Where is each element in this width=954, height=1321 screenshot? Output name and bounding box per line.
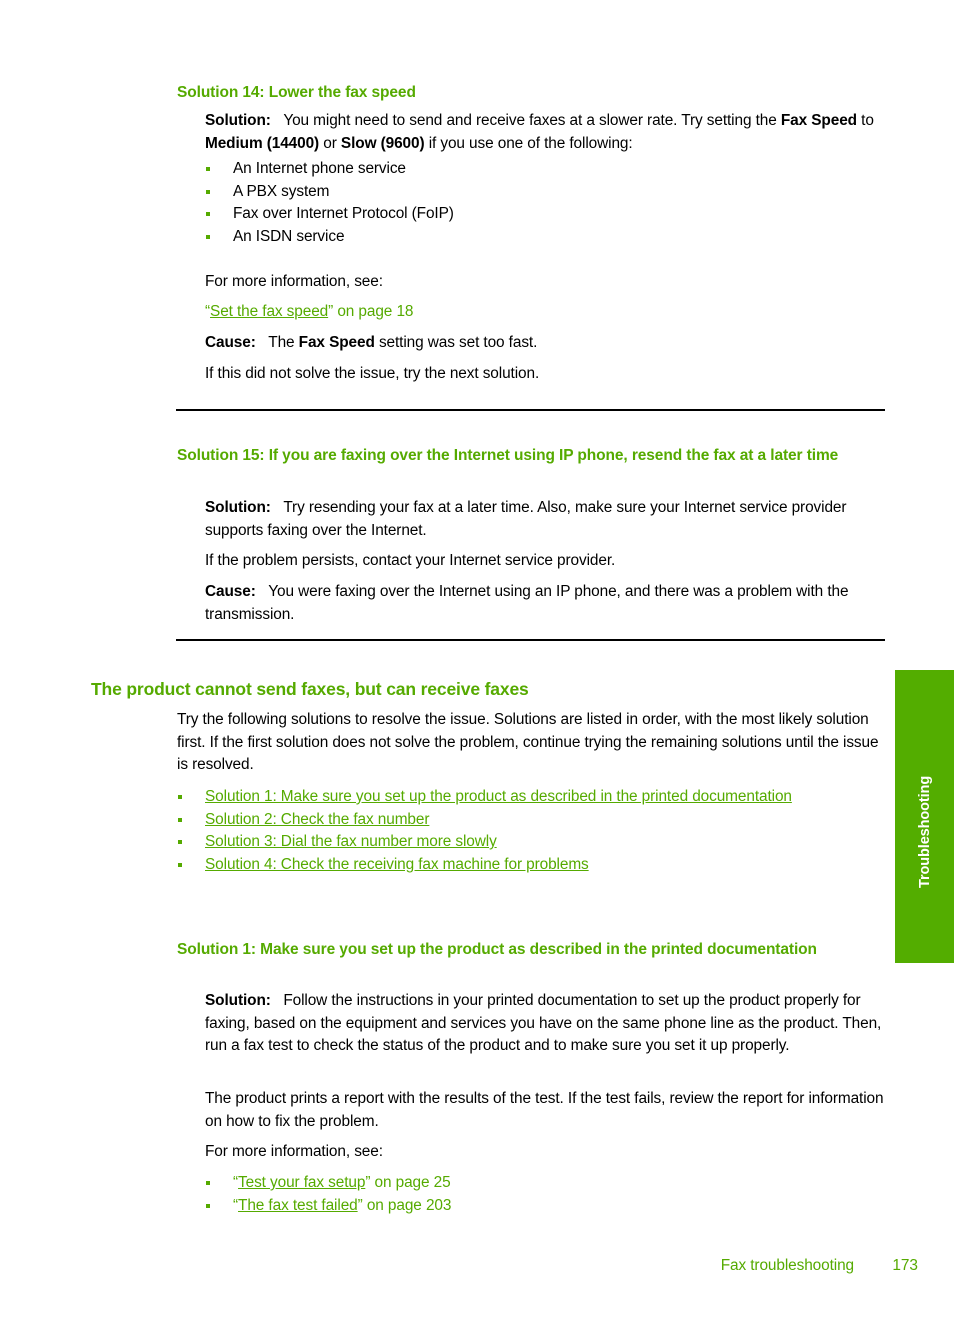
list-item: Solution 1: Make sure you set up the pro… bbox=[177, 786, 885, 809]
list-item: “Test your fax setup” on page 25 bbox=[205, 1172, 885, 1195]
cause-text-part-2: setting was set too fast. bbox=[374, 334, 538, 351]
cross-reference-title: Set the fax speed bbox=[210, 303, 329, 320]
medium-speed-value: Medium (14400) bbox=[205, 134, 320, 152]
bullet-icon bbox=[178, 862, 182, 867]
bullet-icon bbox=[206, 212, 210, 216]
section-divider bbox=[176, 639, 885, 641]
cause-text-part-1: The bbox=[268, 334, 299, 351]
page-footer: Fax troubleshooting 173 bbox=[0, 1255, 954, 1279]
cause-text: You were faxing over the Internet using … bbox=[205, 583, 849, 623]
document-page: Solution 14: Lower the fax speed Solutio… bbox=[0, 0, 954, 1321]
list-item-label: Fax over Internet Protocol (FoIP) bbox=[233, 205, 454, 222]
cross-reference-page: on page 25 bbox=[370, 1174, 451, 1191]
solution-14-more-info-label: For more information, see: bbox=[205, 273, 383, 290]
solution-15-cause-paragraph: Cause: You were faxing over the Internet… bbox=[205, 581, 885, 626]
fax-speed-term: Fax Speed bbox=[298, 334, 375, 351]
solution-14-solution-paragraph: Solution: You might need to send and rec… bbox=[205, 110, 885, 155]
bullet-icon bbox=[206, 234, 210, 239]
cross-reference-page: on page 18 bbox=[333, 303, 414, 320]
chapter-thumb-tab-label: Troubleshooting bbox=[916, 775, 933, 888]
solution-text-part-3: or bbox=[319, 134, 341, 152]
solution-14-next-solution-note: If this did not solve the issue, try the… bbox=[205, 365, 540, 382]
list-item: Solution 4: Check the receiving fax mach… bbox=[177, 854, 885, 877]
cross-reference-link[interactable]: “The fax test failed” on page 203 bbox=[233, 1197, 451, 1214]
solution-15-solution-paragraph: Solution: Try resending your fax at a la… bbox=[205, 497, 885, 542]
solution-14-bullet-list: An Internet phone service A PBX system F… bbox=[205, 158, 885, 248]
cross-reference-link[interactable]: “Test your fax setup” on page 25 bbox=[233, 1174, 451, 1191]
cross-reference-title: Test your fax setup bbox=[238, 1174, 366, 1191]
bullet-icon bbox=[206, 1181, 210, 1185]
solution-link-4[interactable]: Solution 4: Check the receiving fax mach… bbox=[205, 856, 589, 873]
solution-text: Try resending your fax at a later time. … bbox=[205, 499, 847, 539]
section-divider bbox=[176, 409, 885, 411]
solution-link-3[interactable]: Solution 3: Dial the fax number more slo… bbox=[205, 833, 497, 850]
list-item: Fax over Internet Protocol (FoIP) bbox=[205, 203, 885, 226]
bullet-icon bbox=[178, 840, 182, 844]
solution-1-cross-reference-list: “Test your fax setup” on page 25 “The fa… bbox=[205, 1172, 885, 1217]
cause-label: Cause: bbox=[205, 334, 256, 351]
fax-speed-term: Fax Speed bbox=[780, 112, 857, 129]
list-item-label: An ISDN service bbox=[233, 227, 345, 245]
page-title: The product cannot send faxes, but can r… bbox=[91, 679, 529, 699]
bullet-icon bbox=[178, 817, 182, 822]
list-item: “The fax test failed” on page 203 bbox=[205, 1195, 885, 1218]
cross-reference-page: on page 203 bbox=[362, 1196, 452, 1214]
solution-14-cross-reference: “Set the fax speed” on page 18 bbox=[205, 301, 885, 324]
solution-14-cause-paragraph: Cause: The Fax Speed setting was set too… bbox=[205, 332, 885, 355]
bullet-icon bbox=[206, 189, 210, 194]
list-item: Solution 3: Dial the fax number more slo… bbox=[177, 831, 885, 854]
bullet-icon bbox=[206, 167, 210, 171]
list-item-label: A PBX system bbox=[233, 182, 330, 200]
list-item-label: An Internet phone service bbox=[233, 160, 406, 177]
solution-label: Solution: bbox=[205, 112, 271, 129]
list-item: An ISDN service bbox=[205, 226, 885, 249]
solution-14-heading: Solution 14: Lower the fax speed bbox=[177, 84, 416, 101]
solution-text-part-4: if you use one of the following: bbox=[424, 134, 633, 152]
solution-1-heading: Solution 1: Make sure you set up the pro… bbox=[177, 941, 817, 958]
solution-links-list: Solution 1: Make sure you set up the pro… bbox=[177, 786, 885, 876]
list-item: An Internet phone service bbox=[205, 158, 885, 181]
slow-speed-value: Slow (9600) bbox=[340, 134, 425, 152]
main-section-intro: Try the following solutions to resolve t… bbox=[177, 711, 879, 773]
cross-reference-link[interactable]: “Set the fax speed” on page 18 bbox=[205, 303, 413, 320]
cause-label: Cause: bbox=[205, 583, 256, 600]
list-item: Solution 2: Check the fax number bbox=[177, 809, 885, 832]
solution-text-part-2: to bbox=[856, 112, 874, 129]
chapter-thumb-tab: Troubleshooting bbox=[895, 670, 954, 963]
solution-label: Solution: bbox=[205, 992, 271, 1009]
footer-page-number: 173 bbox=[892, 1257, 918, 1274]
solution-text: Follow the instructions in your printed … bbox=[205, 992, 882, 1054]
bullet-icon bbox=[178, 795, 182, 799]
solution-15-persist-note: If the problem persists, contact your In… bbox=[205, 552, 616, 569]
footer-chapter-label: Fax troubleshooting bbox=[720, 1257, 854, 1274]
solution-label: Solution: bbox=[205, 499, 271, 516]
solution-link-1[interactable]: Solution 1: Make sure you set up the pro… bbox=[205, 788, 792, 805]
bullet-icon bbox=[206, 1203, 210, 1208]
cross-reference-title: The fax test failed bbox=[238, 1196, 358, 1214]
solution-link-2[interactable]: Solution 2: Check the fax number bbox=[205, 811, 429, 828]
solution-1-more-info-label: For more information, see: bbox=[205, 1143, 383, 1160]
solution-1-solution-paragraph: Solution: Follow the instructions in you… bbox=[205, 990, 885, 1058]
list-item: A PBX system bbox=[205, 181, 885, 204]
solution-15-heading: Solution 15: If you are faxing over the … bbox=[177, 447, 839, 464]
solution-1-report-note: The product prints a report with the res… bbox=[205, 1090, 884, 1130]
solution-text-part-1: You might need to send and receive faxes… bbox=[283, 112, 781, 129]
